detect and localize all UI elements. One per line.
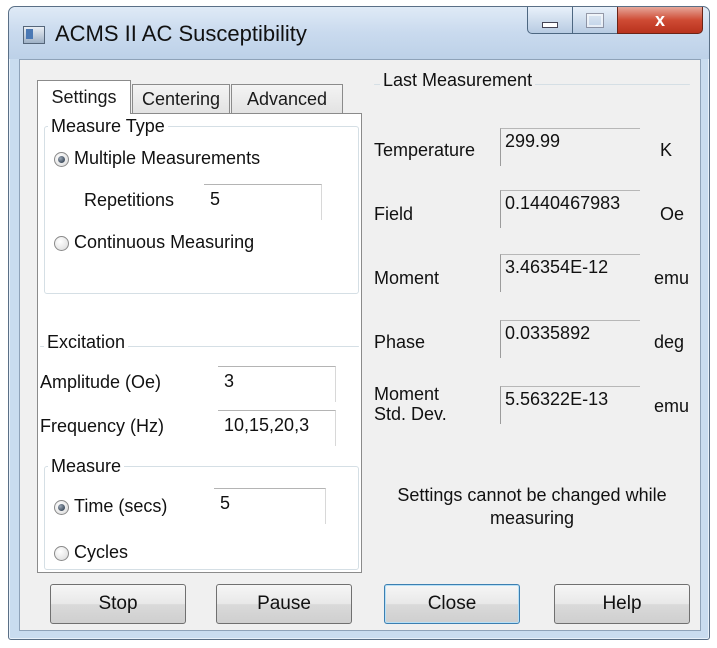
minimize-icon bbox=[542, 22, 558, 28]
temperature-unit: K bbox=[660, 140, 673, 160]
close-button-label: Close bbox=[427, 593, 477, 614]
excitation-title: Excitation bbox=[44, 332, 129, 353]
moment-value: 3.46354E-12 bbox=[500, 254, 640, 292]
time-secs-radio[interactable] bbox=[54, 500, 69, 515]
moment-std-dev-unit: emu bbox=[654, 396, 690, 416]
tab-centering-label: Centering bbox=[141, 89, 221, 109]
phase-unit: deg bbox=[654, 332, 685, 352]
last-measurement-title: Last Measurement bbox=[380, 70, 536, 91]
frequency-label: Frequency (Hz) bbox=[40, 416, 165, 436]
field-label: Field bbox=[374, 204, 414, 224]
settings-locked-note: Settings cannot be changed while measuri… bbox=[397, 485, 667, 528]
tab-settings[interactable]: Settings bbox=[37, 80, 131, 114]
frequency-input[interactable]: 10,15,20,3 bbox=[218, 410, 336, 446]
field-unit: Oe bbox=[660, 204, 685, 224]
time-secs-input[interactable]: 5 bbox=[214, 488, 326, 524]
maximize-button[interactable] bbox=[572, 7, 618, 34]
window-title: ACMS II AC Susceptibility bbox=[55, 21, 307, 46]
pause-button[interactable]: Pause bbox=[216, 584, 352, 624]
tab-settings-label: Settings bbox=[51, 87, 117, 107]
phase-label: Phase bbox=[374, 332, 426, 352]
cycles-label[interactable]: Cycles bbox=[74, 542, 128, 563]
help-button[interactable]: Help bbox=[554, 584, 690, 624]
app-icon bbox=[23, 26, 45, 44]
repetitions-label: Repetitions bbox=[84, 190, 175, 210]
temperature-label: Temperature bbox=[374, 140, 476, 160]
dialog-body: Settings Centering Advanced Measure Type… bbox=[19, 59, 701, 631]
repetitions-input[interactable]: 5 bbox=[204, 184, 322, 220]
moment-unit: emu bbox=[654, 268, 690, 288]
stop-button[interactable]: Stop bbox=[50, 584, 186, 624]
continuous-measuring-radio[interactable] bbox=[54, 236, 69, 251]
tab-advanced[interactable]: Advanced bbox=[231, 84, 343, 114]
moment-std-dev-label: Moment Std. Dev. bbox=[374, 384, 447, 424]
close-window-button[interactable]: x bbox=[617, 7, 703, 34]
maximize-icon bbox=[586, 12, 604, 28]
application-window: ACMS II AC Susceptibility x Settings Cen… bbox=[8, 6, 710, 640]
multiple-measurements-label[interactable]: Multiple Measurements bbox=[74, 148, 260, 169]
amplitude-input[interactable]: 3 bbox=[218, 366, 336, 402]
close-icon: x bbox=[654, 9, 665, 30]
continuous-measuring-label[interactable]: Continuous Measuring bbox=[74, 232, 254, 253]
cycles-radio[interactable] bbox=[54, 546, 69, 561]
measure-title: Measure bbox=[48, 456, 125, 477]
pause-button-label: Pause bbox=[257, 593, 311, 614]
field-value: 0.1440467983 bbox=[500, 190, 640, 228]
minimize-button[interactable] bbox=[527, 7, 573, 34]
help-button-label: Help bbox=[602, 593, 642, 614]
temperature-value: 299.99 bbox=[500, 128, 640, 166]
amplitude-label: Amplitude (Oe) bbox=[40, 372, 162, 392]
moment-label: Moment bbox=[374, 268, 440, 288]
moment-std-dev-value: 5.56322E-13 bbox=[500, 386, 640, 424]
close-button[interactable]: Close bbox=[384, 584, 520, 624]
multiple-measurements-radio[interactable] bbox=[54, 152, 69, 167]
phase-value: 0.0335892 bbox=[500, 320, 640, 358]
stop-button-label: Stop bbox=[98, 593, 138, 614]
tab-centering[interactable]: Centering bbox=[132, 84, 230, 114]
time-secs-label[interactable]: Time (secs) bbox=[74, 496, 167, 517]
settings-tab-panel: Measure Type Multiple Measurements Repet… bbox=[37, 113, 362, 573]
tab-advanced-label: Advanced bbox=[246, 89, 328, 109]
title-bar[interactable]: ACMS II AC Susceptibility x bbox=[9, 7, 709, 59]
measure-type-title: Measure Type bbox=[48, 116, 168, 137]
